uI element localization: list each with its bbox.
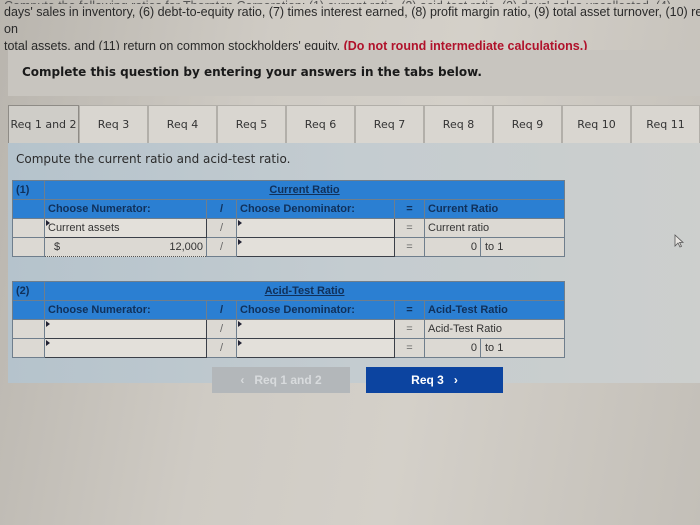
complete-question-text: Complete this question by entering your … bbox=[22, 65, 482, 79]
equals-symbol: = bbox=[394, 237, 425, 257]
acid-denominator-amount-input[interactable] bbox=[236, 338, 395, 358]
acid-test-ratio-suffix: to 1 bbox=[479, 338, 566, 358]
mouse-cursor-icon bbox=[674, 234, 684, 248]
acid-test-ratio-table: (2) Acid-Test Ratio Choose Numerator: / … bbox=[12, 281, 566, 358]
complete-question-banner: Complete this question by entering your … bbox=[8, 50, 700, 96]
current-numerator-dropdown[interactable]: Current assets bbox=[44, 218, 207, 238]
current-denominator-dropdown[interactable] bbox=[236, 218, 395, 238]
current-result-label: Current ratio bbox=[423, 218, 566, 238]
acid-numerator-amount-input[interactable] bbox=[44, 338, 207, 358]
equals-symbol: = bbox=[394, 300, 425, 320]
prev-req-button[interactable]: ‹ Req 1 and 2 bbox=[212, 367, 350, 393]
current-numerator-amount: 12,000 bbox=[169, 241, 203, 253]
tab-req-9[interactable]: Req 9 bbox=[493, 105, 562, 143]
current-denominator-amount-input[interactable] bbox=[236, 237, 395, 257]
next-req-button[interactable]: Req 3 › bbox=[366, 367, 503, 393]
divide-symbol: / bbox=[206, 199, 237, 219]
acid-result-label: Acid-Test Ratio bbox=[423, 319, 566, 339]
equals-symbol: = bbox=[394, 319, 425, 339]
current-ratio-number: (1) bbox=[12, 180, 45, 200]
result-header: Acid-Test Ratio bbox=[423, 300, 566, 320]
divide-symbol: / bbox=[206, 218, 237, 238]
acid-test-ratio-value: 0 bbox=[424, 338, 481, 358]
current-ratio-title: Current Ratio bbox=[43, 180, 566, 200]
prev-req-label: Req 1 and 2 bbox=[254, 373, 322, 387]
denominator-header: Choose Denominator: bbox=[236, 199, 395, 219]
numerator-header: Choose Numerator: bbox=[44, 199, 207, 219]
divide-symbol: / bbox=[206, 300, 237, 320]
numerator-header: Choose Numerator: bbox=[44, 300, 207, 320]
divide-symbol: / bbox=[206, 237, 237, 257]
current-ratio-table: (1) Current Ratio Choose Numerator: / Ch… bbox=[12, 180, 566, 257]
tab-req-5[interactable]: Req 5 bbox=[217, 105, 286, 143]
equals-symbol: = bbox=[394, 199, 425, 219]
acid-test-number: (2) bbox=[12, 281, 45, 301]
task-prompt: Compute the current ratio and acid-test … bbox=[16, 152, 291, 166]
tab-req-4[interactable]: Req 4 bbox=[148, 105, 217, 143]
instructions: Compute the following ratios for Thornto… bbox=[4, 0, 700, 55]
acid-numerator-dropdown[interactable] bbox=[44, 319, 207, 339]
tab-req-3[interactable]: Req 3 bbox=[79, 105, 148, 143]
currency-symbol: $ bbox=[54, 241, 61, 253]
instructions-line-1: days' sales in inventory, (6) debt-to-eq… bbox=[4, 5, 700, 36]
acid-test-title: Acid-Test Ratio bbox=[43, 281, 566, 301]
tab-req-8[interactable]: Req 8 bbox=[424, 105, 493, 143]
tab-req-7[interactable]: Req 7 bbox=[355, 105, 424, 143]
next-req-label: Req 3 bbox=[411, 373, 444, 387]
tab-req-6[interactable]: Req 6 bbox=[286, 105, 355, 143]
equals-symbol: = bbox=[394, 218, 425, 238]
denominator-header: Choose Denominator: bbox=[236, 300, 395, 320]
current-numerator-amount-input[interactable]: $ 12,000 bbox=[44, 237, 207, 257]
divide-symbol: / bbox=[206, 319, 237, 339]
tab-req-1-and-2[interactable]: Req 1 and 2 bbox=[8, 105, 79, 143]
tab-req-11[interactable]: Req 11 bbox=[631, 105, 700, 143]
equals-symbol: = bbox=[394, 338, 425, 358]
divide-symbol: / bbox=[206, 338, 237, 358]
acid-denominator-dropdown[interactable] bbox=[236, 319, 395, 339]
chevron-right-icon: › bbox=[453, 373, 458, 387]
instructions-line-cut: Compute the following ratios for Thornto… bbox=[4, 0, 700, 4]
current-ratio-value: 0 bbox=[424, 237, 481, 257]
result-header: Current Ratio bbox=[423, 199, 566, 219]
current-ratio-suffix: to 1 bbox=[479, 237, 566, 257]
tab-req-10[interactable]: Req 10 bbox=[562, 105, 631, 143]
chevron-left-icon: ‹ bbox=[240, 373, 245, 387]
